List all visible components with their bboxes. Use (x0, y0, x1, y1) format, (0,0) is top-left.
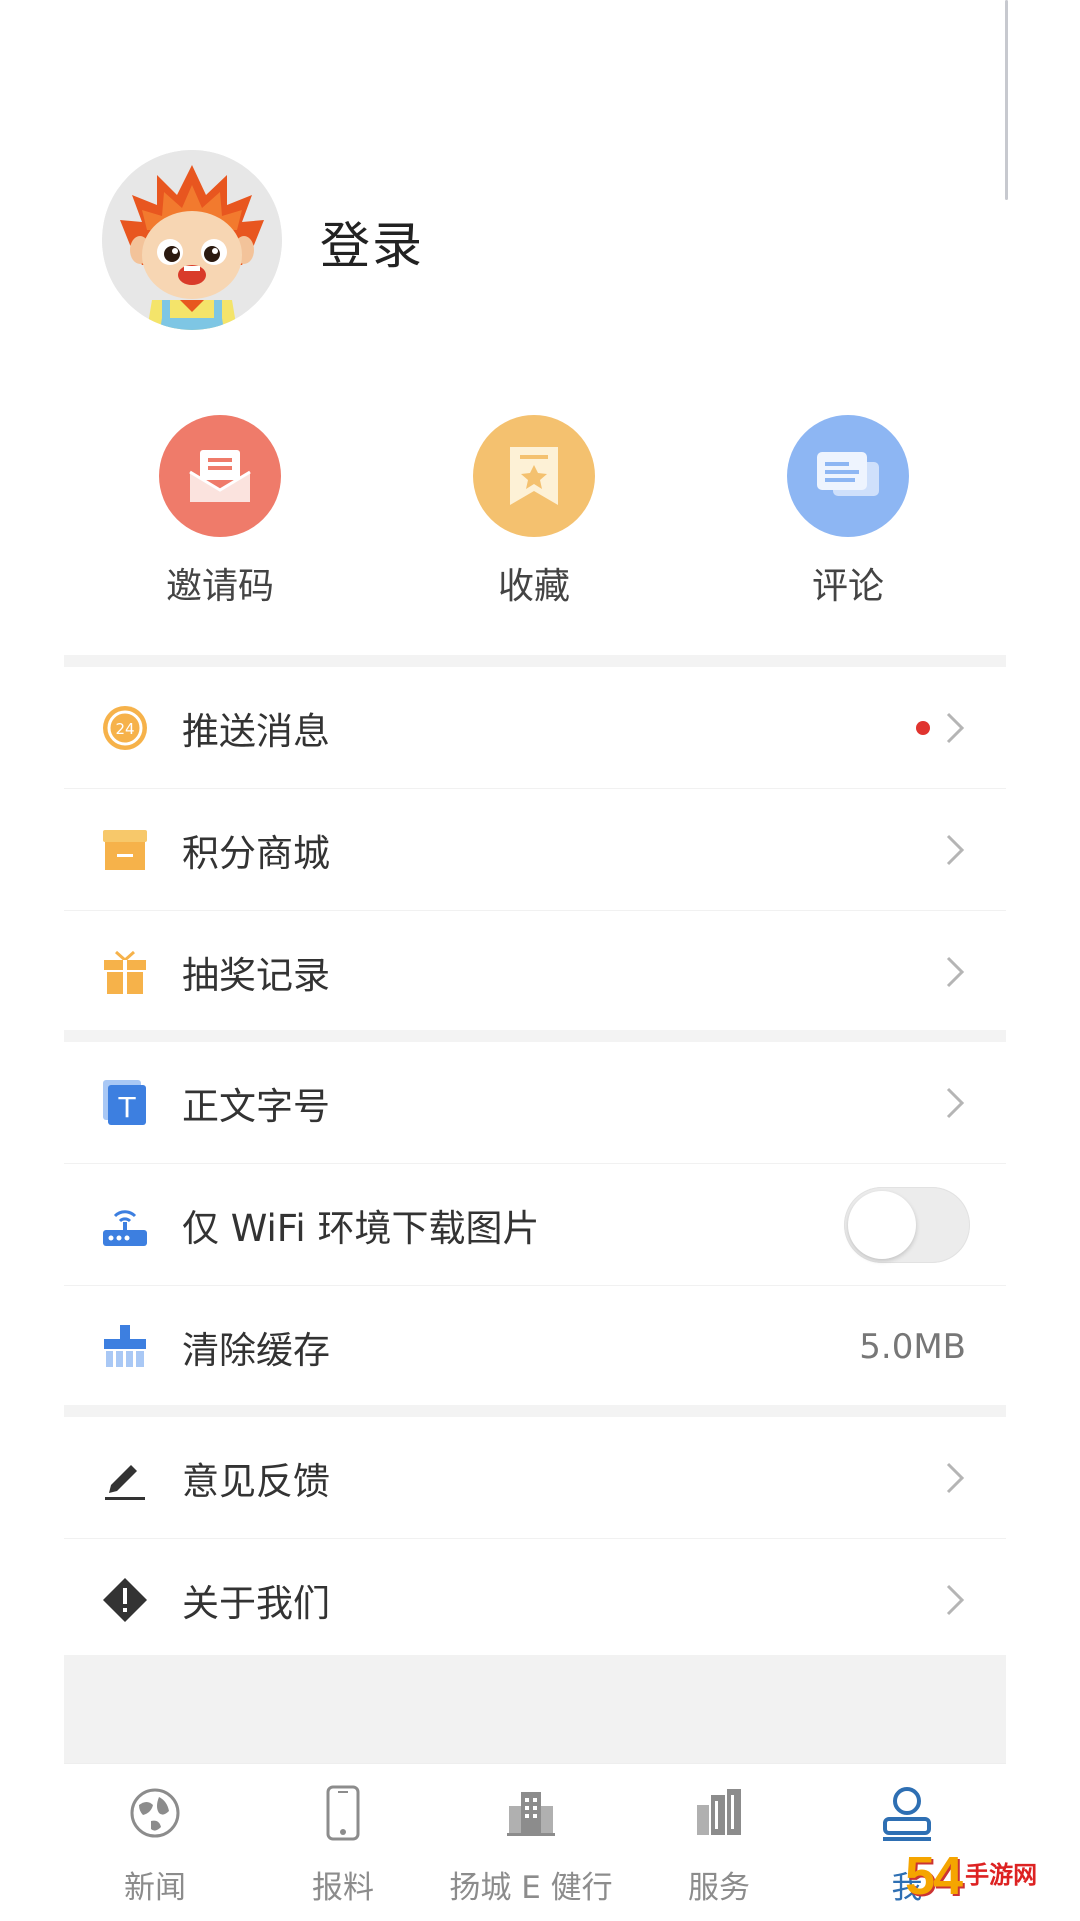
phone-icon (258, 1782, 428, 1844)
about-us-label: 关于我们 (182, 1581, 330, 1625)
bottom-spacer (64, 1655, 1006, 1763)
gift-icon (100, 947, 150, 997)
profile-header[interactable]: 登录 (102, 150, 902, 330)
lottery-records-item[interactable]: 抽奖记录 (64, 911, 1006, 1032)
favorites-label: 收藏 (497, 566, 570, 607)
comments-label: 评论 (811, 566, 884, 607)
settings-group-2: T 正文字号 仅 WiFi 环境下载图片 清除缓存 5.0MB (64, 1042, 1006, 1407)
about-us-item[interactable]: 关于我们 (64, 1539, 1006, 1660)
city-icon (634, 1782, 804, 1844)
store-icon (100, 825, 150, 875)
settings-group-1: 24 推送消息 积分商城 抽奖记录 (64, 667, 1006, 1032)
favorites-button[interactable]: 收藏 (434, 415, 634, 609)
invite-code-label: 邀请码 (165, 566, 274, 607)
chevron-right-icon (940, 1083, 970, 1123)
bookmark-icon (473, 415, 595, 537)
building-icon (446, 1782, 616, 1844)
comments-button[interactable]: 评论 (748, 415, 948, 609)
font-size-label: 正文字号 (182, 1084, 330, 1128)
watermark-site: 手游网 (965, 1862, 1038, 1889)
tab-yangcheng-fitness-label: 扬城 E 健行 (449, 1870, 613, 1906)
toggle-knob (848, 1190, 916, 1259)
chevron-right-icon (940, 1580, 970, 1620)
scrollbar[interactable] (1005, 0, 1008, 200)
section-divider (64, 1030, 1006, 1042)
tab-news[interactable]: 新闻 (70, 1782, 240, 1907)
clear-cache-item[interactable]: 清除缓存 5.0MB (64, 1286, 1006, 1407)
feedback-label: 意见反馈 (182, 1459, 330, 1503)
points-mall-label: 积分商城 (182, 831, 330, 875)
globe-icon (70, 1782, 240, 1844)
wifi-only-toggle[interactable] (844, 1186, 970, 1263)
broom-icon (100, 1322, 150, 1372)
tab-services[interactable]: 服务 (634, 1782, 804, 1907)
watermark-logo: 54 手游网 (905, 1840, 1037, 1912)
watermark-number: 54 (905, 1846, 963, 1906)
clock-24-icon: 24 (100, 703, 150, 753)
tab-news-label: 新闻 (124, 1870, 186, 1906)
avatar[interactable] (102, 150, 282, 330)
settings-group-3: 意见反馈 关于我们 (64, 1417, 1006, 1660)
user-icon (822, 1782, 992, 1844)
comment-icon (787, 415, 909, 537)
tab-yangcheng-fitness[interactable]: 扬城 E 健行 (446, 1782, 616, 1907)
tab-services-label: 服务 (688, 1870, 750, 1906)
chevron-right-icon (940, 708, 970, 748)
pencil-icon (100, 1453, 150, 1503)
push-messages-item[interactable]: 24 推送消息 (64, 667, 1006, 789)
push-messages-label: 推送消息 (182, 709, 330, 753)
quick-actions: 邀请码 收藏 评论 (0, 415, 1080, 615)
section-divider (64, 655, 1006, 667)
chevron-right-icon (940, 952, 970, 992)
login-label[interactable]: 登录 (320, 206, 424, 278)
points-mall-item[interactable]: 积分商城 (64, 789, 1006, 911)
unread-dot (916, 720, 930, 735)
chevron-right-icon (940, 1458, 970, 1498)
svg-text:T: T (117, 1091, 136, 1124)
cache-size-value: 5.0MB (859, 1326, 966, 1367)
chevron-right-icon (940, 830, 970, 870)
wifi-only-images-label: 仅 WiFi 环境下载图片 (182, 1206, 540, 1250)
invite-code-button[interactable]: 邀请码 (120, 415, 320, 609)
wifi-only-images-item: 仅 WiFi 环境下载图片 (64, 1164, 1006, 1286)
tab-report-label: 报料 (312, 1870, 374, 1906)
clear-cache-label: 清除缓存 (182, 1328, 330, 1372)
section-divider (64, 1405, 1006, 1417)
lottery-records-label: 抽奖记录 (182, 953, 330, 997)
bottom-tab-bar: 新闻 报料 扬城 E 健行 服务 我 (64, 1763, 1006, 1921)
tab-report[interactable]: 报料 (258, 1782, 428, 1907)
font-size-icon: T (100, 1078, 150, 1128)
router-icon (100, 1200, 150, 1250)
font-size-item[interactable]: T 正文字号 (64, 1042, 1006, 1164)
info-diamond-icon (100, 1575, 150, 1625)
feedback-item[interactable]: 意见反馈 (64, 1417, 1006, 1539)
svg-text:24: 24 (115, 720, 134, 738)
invite-envelope-icon (159, 415, 281, 537)
